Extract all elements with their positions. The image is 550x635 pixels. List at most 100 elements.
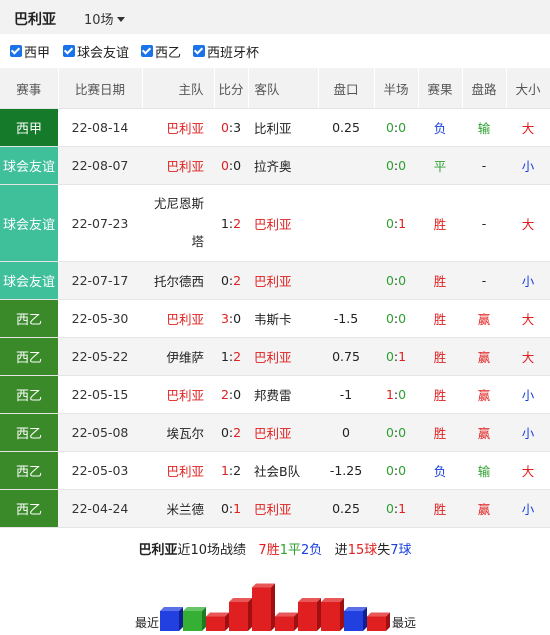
handicap-line-cell: 0 bbox=[318, 413, 374, 452]
col-over-under: 大小 bbox=[506, 68, 550, 109]
form-bar bbox=[229, 598, 252, 631]
filter-copa[interactable]: 西班牙杯 bbox=[193, 43, 260, 61]
league-filters: 西甲 球会友谊 西乙 西班牙杯 bbox=[0, 34, 550, 68]
score-cell[interactable]: 1:2 bbox=[214, 451, 248, 490]
ht-away: 1 bbox=[398, 215, 407, 231]
match-count-dropdown[interactable]: 10场 bbox=[84, 9, 125, 28]
league-cell[interactable]: 球会友谊 bbox=[0, 184, 58, 262]
handicap-line-cell: -1.25 bbox=[318, 451, 374, 490]
table-row: 球会友谊 22-08-07 巴利亚 0:0 拉齐奥 0:0 平 - 小 bbox=[0, 146, 550, 185]
handicap-result-cell: - bbox=[462, 184, 506, 262]
handicap-line-cell bbox=[318, 146, 374, 185]
league-cell[interactable]: 球会友谊 bbox=[0, 261, 58, 300]
col-date: 比赛日期 bbox=[58, 68, 143, 109]
league-cell[interactable]: 西乙 bbox=[0, 451, 58, 490]
top-bar: 巴利亚 10场 bbox=[0, 0, 550, 34]
home-team-cell[interactable]: 巴利亚 bbox=[142, 375, 214, 414]
score-cell[interactable]: 1:2 bbox=[214, 337, 248, 376]
score-cell[interactable]: 0:3 bbox=[214, 108, 248, 147]
label-oldest: 最远 bbox=[392, 616, 416, 630]
score-cell[interactable]: 0:1 bbox=[214, 489, 248, 528]
away-team-name: 韦斯卡 bbox=[254, 312, 292, 327]
handicap-result-cell: 赢 bbox=[462, 375, 506, 414]
home-team-cell[interactable]: 埃瓦尔 bbox=[142, 413, 214, 452]
form-bar bbox=[275, 612, 298, 631]
date-cell: 22-05-08 bbox=[58, 413, 142, 452]
home-score: 3 bbox=[220, 311, 229, 326]
filter-label: 西班牙杯 bbox=[207, 45, 260, 61]
away-score: 2 bbox=[233, 463, 242, 478]
table-row: 西乙 22-05-30 巴利亚 3:0 韦斯卡 -1.5 0:0 胜赢大 bbox=[0, 299, 550, 338]
home-team-cell[interactable]: 伊维萨 bbox=[142, 337, 214, 376]
filter-friendly[interactable]: 球会友谊 bbox=[63, 43, 129, 61]
score-cell[interactable]: 0:0 bbox=[214, 146, 248, 185]
filter-segunda[interactable]: 西乙 bbox=[141, 43, 182, 61]
home-score: 1 bbox=[220, 215, 229, 231]
home-team-cell[interactable]: 尤尼恩斯塔 bbox=[142, 184, 214, 262]
table-row: 西乙 22-05-15 巴利亚 2:0 邦费雷 -1 1:0 胜赢小 bbox=[0, 375, 550, 414]
date-cell: 22-08-07 bbox=[58, 146, 142, 185]
score-cell[interactable]: 0:2 bbox=[214, 413, 248, 452]
away-team-cell[interactable]: 比利亚 bbox=[248, 108, 318, 147]
filter-label: 西乙 bbox=[155, 45, 182, 61]
result-cell: 胜 bbox=[418, 413, 462, 452]
ht-home: 0 bbox=[385, 120, 394, 135]
handicap-result-cell: 输 bbox=[462, 451, 506, 490]
result-cell: 平 bbox=[418, 146, 462, 185]
away-team-cell[interactable]: 拉齐奥 bbox=[248, 146, 318, 185]
result-cell: 胜 bbox=[418, 299, 462, 338]
ht-away: 0 bbox=[398, 425, 407, 440]
league-cell[interactable]: 西甲 bbox=[0, 108, 58, 147]
ht-away: 1 bbox=[398, 349, 407, 364]
checkbox-checked-icon[interactable] bbox=[10, 45, 22, 57]
home-score: 1 bbox=[220, 463, 229, 478]
checkbox-checked-icon[interactable] bbox=[141, 45, 153, 57]
home-team-cell[interactable]: 巴利亚 bbox=[142, 451, 214, 490]
league-cell[interactable]: 西乙 bbox=[0, 375, 58, 414]
league-cell[interactable]: 西乙 bbox=[0, 337, 58, 376]
match-count-value: 10场 bbox=[84, 13, 114, 28]
halftime-cell: 0:0 bbox=[374, 451, 418, 490]
away-score: 0 bbox=[233, 311, 242, 326]
home-team-name: 尤尼恩斯塔 bbox=[153, 196, 204, 249]
away-team-cell[interactable]: 韦斯卡 bbox=[248, 299, 318, 338]
checkbox-checked-icon[interactable] bbox=[193, 45, 205, 57]
score-cell[interactable]: 3:0 bbox=[214, 299, 248, 338]
ht-away: 1 bbox=[398, 501, 407, 516]
league-cell[interactable]: 西乙 bbox=[0, 299, 58, 338]
away-team-cell[interactable]: 巴利亚 bbox=[248, 337, 318, 376]
away-team-cell[interactable]: 邦费雷 bbox=[248, 375, 318, 414]
home-team-name: 米兰德 bbox=[166, 502, 204, 517]
home-team-name: 巴利亚 bbox=[166, 312, 204, 327]
result-cell: 胜 bbox=[418, 489, 462, 528]
form-bar bbox=[298, 598, 321, 631]
league-cell[interactable]: 西乙 bbox=[0, 489, 58, 528]
date-cell: 22-08-14 bbox=[58, 108, 142, 147]
away-team-cell[interactable]: 巴利亚 bbox=[248, 413, 318, 452]
home-team-cell[interactable]: 巴利亚 bbox=[142, 108, 214, 147]
handicap-line-cell: 0.25 bbox=[318, 108, 374, 147]
date-cell: 22-07-23 bbox=[58, 184, 142, 262]
ht-home: 0 bbox=[385, 349, 394, 364]
away-team-name: 邦费雷 bbox=[254, 388, 292, 403]
score-cell[interactable]: 1:2 bbox=[214, 184, 248, 262]
home-team-cell[interactable]: 巴利亚 bbox=[142, 146, 214, 185]
halftime-cell: 0:0 bbox=[374, 261, 418, 300]
league-cell[interactable]: 球会友谊 bbox=[0, 146, 58, 185]
away-team-cell[interactable]: 巴利亚 bbox=[248, 489, 318, 528]
over-under-cell: 小 bbox=[506, 375, 550, 414]
league-cell[interactable]: 西乙 bbox=[0, 413, 58, 452]
score-cell[interactable]: 0:2 bbox=[214, 261, 248, 300]
home-team-cell[interactable]: 巴利亚 bbox=[142, 299, 214, 338]
filter-laliga[interactable]: 西甲 bbox=[10, 43, 50, 61]
home-team-cell[interactable]: 托尔德西 bbox=[142, 261, 214, 300]
away-team-cell[interactable]: 巴利亚 bbox=[248, 261, 318, 300]
home-team-cell[interactable]: 米兰德 bbox=[142, 489, 214, 528]
away-team-cell[interactable]: 社会B队 bbox=[248, 451, 318, 490]
score-cell[interactable]: 2:0 bbox=[214, 375, 248, 414]
halftime-cell: 1:0 bbox=[374, 375, 418, 414]
caret-down-icon bbox=[116, 17, 125, 22]
away-team-cell[interactable]: 巴利亚 bbox=[248, 184, 318, 262]
over-under-cell: 大 bbox=[506, 299, 550, 338]
checkbox-checked-icon[interactable] bbox=[63, 45, 75, 57]
